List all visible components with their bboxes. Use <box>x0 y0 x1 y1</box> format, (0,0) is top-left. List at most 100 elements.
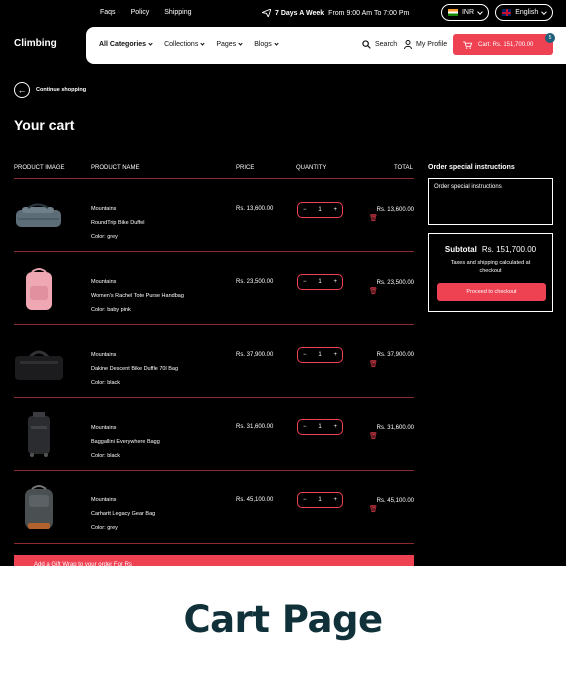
product-name[interactable]: Baggallini Everywhere Bagg <box>91 439 160 445</box>
link-faqs[interactable]: Faqs <box>100 9 116 16</box>
tax-note: Taxes and shipping calculated at checkou… <box>450 260 531 275</box>
trash-icon[interactable]: 🗑 <box>369 287 378 295</box>
product-name[interactable]: Carhartt Legacy Gear Bag <box>91 511 155 517</box>
instructions-textarea[interactable]: Order special instructions <box>428 178 553 225</box>
top-links: Faqs Policy Shipping <box>100 9 192 16</box>
link-shipping[interactable]: Shipping <box>164 9 191 16</box>
product-name[interactable]: Dakine Descent Bike Duffle 70l Bag <box>91 366 178 372</box>
product-image[interactable] <box>14 189 64 239</box>
plus-icon[interactable]: + <box>333 279 337 285</box>
chevron-down-icon <box>477 8 483 15</box>
minus-icon[interactable]: − <box>303 279 307 285</box>
product-color: Color: black <box>91 453 121 459</box>
product-image[interactable] <box>14 262 64 312</box>
link-policy[interactable]: Policy <box>131 9 150 16</box>
nav-collections[interactable]: Collections <box>164 41 205 48</box>
minus-icon[interactable]: − <box>303 424 307 430</box>
nav-label: Collections <box>164 41 199 48</box>
product-color: Color: baby pink <box>91 307 131 313</box>
product-name[interactable]: Women's Rachel Tote Purse Handbag <box>91 293 184 299</box>
caption-title: Cart Page <box>183 598 383 641</box>
arrow-left-icon: ← <box>14 82 30 98</box>
product-price: Rs. 45,100.00 <box>236 497 274 503</box>
nav-pages[interactable]: Pages <box>216 41 243 48</box>
product-info: Mountains Women's Rachel Tote Purse Hand… <box>91 279 184 313</box>
trash-icon[interactable]: 🗑 <box>369 214 378 222</box>
product-name[interactable]: RoundTrip Bike Duffel <box>91 220 145 226</box>
promo-hours: From 9:00 Am To 7:00 Pm <box>328 9 410 17</box>
plus-icon[interactable]: + <box>333 207 337 213</box>
cart-icon <box>463 40 472 49</box>
nav-label: All Categories <box>99 41 147 48</box>
quantity-stepper[interactable]: − 1 + <box>297 492 343 508</box>
plus-icon[interactable]: + <box>333 352 337 358</box>
line-total: Rs. 37,900.00 <box>376 352 414 358</box>
checkout-button[interactable]: Proceed to checkout <box>437 283 546 301</box>
profile-button[interactable]: My Profile <box>404 40 447 49</box>
product-color: Color: grey <box>91 525 118 531</box>
product-brand: Mountains <box>91 279 117 285</box>
quantity-stepper[interactable]: − 1 + <box>297 347 343 363</box>
trash-icon[interactable]: 🗑 <box>369 505 378 513</box>
quantity-value: 1 <box>318 279 322 285</box>
user-icon <box>404 40 412 49</box>
nav-label: Blogs <box>254 41 272 48</box>
product-image[interactable] <box>14 481 64 531</box>
line-total: Rs. 23,500.00 <box>376 280 414 286</box>
language-selector[interactable]: English <box>495 4 553 21</box>
chevron-down-icon <box>274 41 279 46</box>
page-title: Your cart <box>14 117 75 133</box>
cart-label: Cart: Rs. 151,700.00 <box>478 41 534 48</box>
plus-icon[interactable]: + <box>333 424 337 430</box>
quantity-stepper[interactable]: − 1 + <box>297 274 343 290</box>
instructions-title: Order special instructions <box>428 164 515 171</box>
search-button[interactable]: Search <box>362 40 397 49</box>
profile-label: My Profile <box>416 41 448 48</box>
nav-all-categories[interactable]: All Categories <box>99 41 153 48</box>
minus-icon[interactable]: − <box>303 352 307 358</box>
trash-icon[interactable]: 🗑 <box>369 432 378 440</box>
minus-icon[interactable]: − <box>303 207 307 213</box>
currency-selector[interactable]: INR <box>441 4 489 21</box>
product-image[interactable] <box>14 408 64 458</box>
product-info: Mountains Carhartt Legacy Gear Bag Color… <box>91 497 155 531</box>
gift-wrap-bar[interactable]: Add a Gift Wrap to your order For Rs <box>14 555 414 566</box>
header-price: PRICE <box>236 165 255 171</box>
language-value: English <box>515 9 539 16</box>
header-total: TOTAL <box>394 165 413 171</box>
chevron-down-icon <box>541 8 547 15</box>
site-logo[interactable]: Climbing <box>14 38 57 49</box>
nav-blogs[interactable]: Blogs <box>254 41 279 48</box>
order-summary: Subtotal Rs. 151,700.00 Taxes and shippi… <box>428 233 553 312</box>
uk-flag-icon <box>502 9 512 16</box>
continue-shopping-link[interactable]: ← Continue shopping <box>14 82 86 98</box>
continue-label: Continue shopping <box>36 87 87 93</box>
table-row: Mountains Dakine Descent Bike Duffle 70l… <box>14 325 414 398</box>
line-total: Rs. 13,600.00 <box>376 207 414 213</box>
minus-icon[interactable]: − <box>303 497 307 503</box>
plus-icon[interactable]: + <box>333 497 337 503</box>
trash-icon[interactable]: 🗑 <box>369 360 378 368</box>
quantity-stepper[interactable]: − 1 + <box>297 419 343 435</box>
product-info: Mountains Baggallini Everywhere Bagg Col… <box>91 425 160 459</box>
table-row: Mountains Women's Rachel Tote Purse Hand… <box>14 252 414 325</box>
product-info: Mountains RoundTrip Bike Duffel Color: g… <box>91 206 145 240</box>
product-image[interactable] <box>14 335 64 385</box>
chevron-down-icon <box>200 41 205 46</box>
subtotal-label: Subtotal <box>444 245 477 254</box>
product-price: Rs. 23,500.00 <box>236 279 274 285</box>
india-flag-icon <box>448 9 458 16</box>
quantity-stepper[interactable]: − 1 + <box>297 202 343 218</box>
product-color: Color: black <box>91 380 121 386</box>
chevron-down-icon <box>148 41 153 46</box>
header-product-name: PRODUCT NAME <box>91 165 140 171</box>
product-brand: Mountains <box>91 352 117 358</box>
quantity-value: 1 <box>318 352 322 358</box>
quantity-value: 1 <box>318 497 322 503</box>
subtotal-value: Rs. 151,700.00 <box>481 245 537 254</box>
promo-text: 7 Days A Week From 9:00 Am To 7:00 Pm <box>262 9 409 17</box>
cart-button[interactable]: Cart: Rs. 151,700.00 <box>453 34 553 55</box>
product-price: Rs. 31,600.00 <box>236 424 274 430</box>
nav-menu: All Categories Collections Pages Blogs <box>99 41 279 48</box>
table-row: Mountains Carhartt Legacy Gear Bag Color… <box>14 471 414 544</box>
